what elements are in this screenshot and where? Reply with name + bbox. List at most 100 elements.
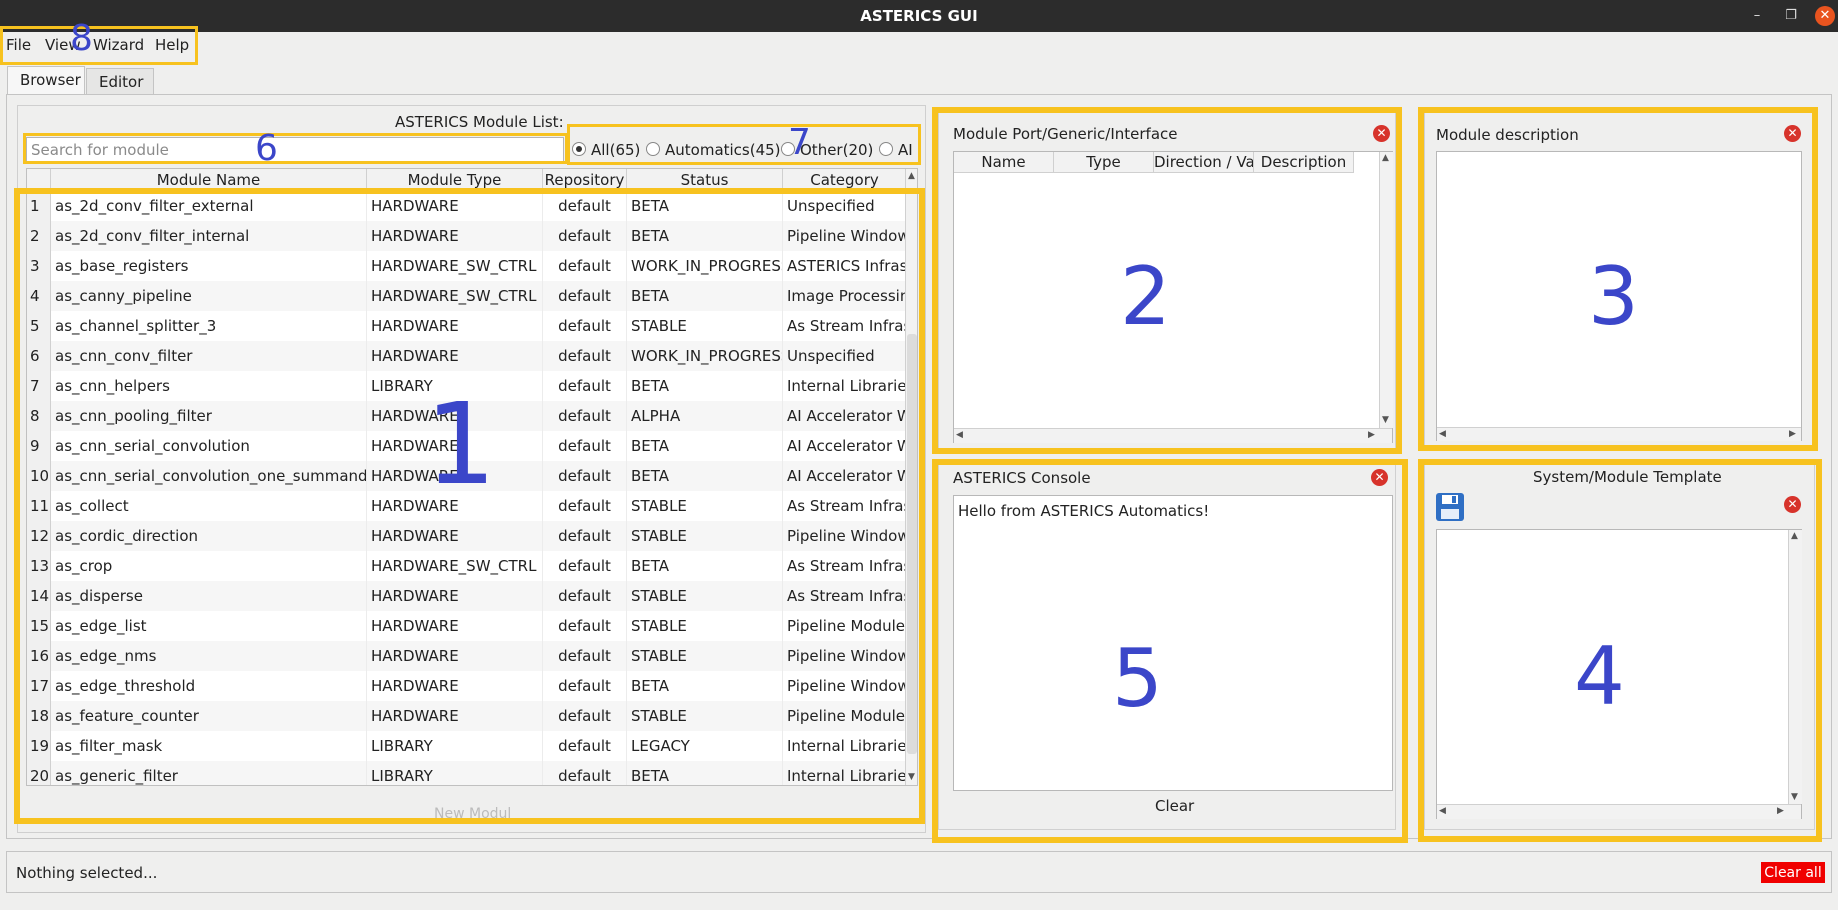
table-row[interactable]: 20 as_generic_filter LIBRARY default BETA Int… <box>27 761 907 785</box>
table-row[interactable]: 5 as_channel_splitter_3 HARDWARE default STA… <box>27 311 907 341</box>
scroll-left-icon[interactable]: ◀ <box>1439 429 1446 439</box>
table-row[interactable]: 2 as_2d_conv_filter_internal HARDWARE defau… <box>27 221 907 251</box>
minimize-icon[interactable]: – <box>1747 6 1767 26</box>
cell-status: BETA <box>627 221 783 251</box>
cell-status: BETA <box>627 461 783 491</box>
close-icon[interactable]: ✕ <box>1784 125 1801 142</box>
table-vertical-scrollbar[interactable]: ▲ ▼ <box>905 169 917 785</box>
table-row[interactable]: 1 as_2d_conv_filter_external HARDWARE defau… <box>27 191 907 221</box>
close-icon[interactable]: ✕ <box>1784 496 1801 513</box>
port-col-name[interactable]: Name <box>954 152 1054 172</box>
cell-repository: default <box>543 521 627 551</box>
cell-status: STABLE <box>627 701 783 731</box>
module-list-title: ASTERICS Module List: <box>395 113 564 131</box>
annotation-4: 4 <box>1574 630 1625 723</box>
scroll-up-icon[interactable]: ▲ <box>1382 153 1389 163</box>
table-row[interactable]: 18 as_feature_counter HARDWARE default STABL… <box>27 701 907 731</box>
header-module-type[interactable]: Module Type <box>367 169 543 191</box>
port-vertical-scrollbar[interactable]: ▲ ▼ <box>1379 152 1393 428</box>
cell-module-type: HARDWARE <box>367 341 543 371</box>
scroll-up-icon[interactable]: ▲ <box>1791 531 1798 541</box>
menu-help[interactable]: Help <box>155 36 189 54</box>
scroll-right-icon[interactable]: ▶ <box>1789 429 1796 439</box>
menu-bar: File View Wizard Help <box>0 32 1838 60</box>
header-status[interactable]: Status <box>627 169 783 191</box>
port-table-header: Name Type Direction / Valu Description <box>954 152 1354 173</box>
cell-status: BETA <box>627 371 783 401</box>
scroll-down-icon[interactable]: ▼ <box>1382 415 1389 425</box>
cell-row-number: 6 <box>27 341 51 371</box>
cell-repository: default <box>543 671 627 701</box>
cell-module-name: as_cnn_conv_filter <box>51 341 367 371</box>
save-icon[interactable] <box>1434 491 1466 523</box>
table-row[interactable]: 17 as_edge_threshold HARDWARE default BETA Pi… <box>27 671 907 701</box>
template-horizontal-scrollbar[interactable]: ◀ ▶ <box>1437 804 1801 819</box>
cell-repository: default <box>543 731 627 761</box>
scroll-down-icon[interactable]: ▼ <box>1791 792 1798 802</box>
cell-module-type: HARDWARE_SW_CTRL <box>367 551 543 581</box>
title-bar: ASTERICS GUI – ❐ ✕ <box>0 0 1838 32</box>
cell-category: Pipeline Window Filte <box>783 671 907 701</box>
scroll-left-icon[interactable]: ◀ <box>1439 806 1446 816</box>
console-clear-button[interactable]: Clear <box>1155 797 1194 815</box>
cell-status: BETA <box>627 431 783 461</box>
table-row[interactable]: 13 as_crop HARDWARE_SW_CTRL default BETA As S… <box>27 551 907 581</box>
cell-module-name: as_2d_conv_filter_external <box>51 191 367 221</box>
cell-module-type: HARDWARE_SW_CTRL <box>367 251 543 281</box>
table-horizontal-scrollbar[interactable]: ◀ ▶ <box>27 785 917 786</box>
port-col-type[interactable]: Type <box>1054 152 1154 172</box>
port-horizontal-scrollbar[interactable]: ◀ ▶ <box>954 428 1392 443</box>
port-col-description[interactable]: Description <box>1254 152 1354 172</box>
clear-all-button[interactable]: Clear all <box>1761 862 1825 883</box>
tab-browser[interactable]: Browser <box>7 66 85 95</box>
cell-category: Pipeline Window Filte <box>783 221 907 251</box>
cell-row-number: 2 <box>27 221 51 251</box>
port-table[interactable]: Name Type Direction / Valu Description ▲… <box>953 151 1393 443</box>
close-icon[interactable]: ✕ <box>1373 125 1390 142</box>
scroll-down-icon[interactable]: ▼ <box>908 772 915 782</box>
port-col-direction[interactable]: Direction / Valu <box>1154 152 1254 172</box>
scroll-left-icon[interactable]: ◀ <box>956 430 963 440</box>
close-icon[interactable]: ✕ <box>1815 6 1835 26</box>
header-repository[interactable]: Repository <box>543 169 627 191</box>
table-row[interactable]: 14 as_disperse HARDWARE default STABLE As Str… <box>27 581 907 611</box>
cell-category: Internal Libraries <box>783 761 907 785</box>
header-module-name[interactable]: Module Name <box>51 169 367 191</box>
menu-file[interactable]: File <box>6 36 31 54</box>
header-category[interactable]: Category <box>783 169 907 191</box>
table-row[interactable]: 15 as_edge_list HARDWARE default STABLE Pipel… <box>27 611 907 641</box>
cell-status: BETA <box>627 281 783 311</box>
table-row[interactable]: 12 as_cordic_direction HARDWARE default STAB… <box>27 521 907 551</box>
maximize-icon[interactable]: ❐ <box>1781 6 1801 26</box>
tab-editor[interactable]: Editor <box>86 68 154 95</box>
table-row[interactable]: 3 as_base_registers HARDWARE_SW_CTRL defaul… <box>27 251 907 281</box>
cell-category: As Stream Infrastruct <box>783 491 907 521</box>
filter-all[interactable]: All(65) <box>572 141 640 159</box>
cell-module-name: as_cordic_direction <box>51 521 367 551</box>
template-vertical-scrollbar[interactable]: ▲ ▼ <box>1788 530 1802 804</box>
cell-module-type: HARDWARE <box>367 311 543 341</box>
console-output[interactable]: Hello from ASTERICS Automatics! <box>953 495 1393 791</box>
scroll-right-icon[interactable]: ▶ <box>1368 430 1375 440</box>
cell-module-type: HARDWARE <box>367 221 543 251</box>
scroll-right-icon[interactable]: ▶ <box>1777 806 1784 816</box>
cell-status: LEGACY <box>627 731 783 761</box>
filter-automatics[interactable]: Automatics(45) <box>646 141 781 159</box>
table-row[interactable]: 6 as_cnn_conv_filter HARDWARE default WORK_I… <box>27 341 907 371</box>
scroll-up-icon[interactable]: ▲ <box>908 171 915 181</box>
menu-wizard[interactable]: Wizard <box>93 36 144 54</box>
status-text: Nothing selected... <box>16 864 158 882</box>
filter-ai[interactable]: AI <box>879 141 913 159</box>
description-horizontal-scrollbar[interactable]: ◀ ▶ <box>1437 427 1801 441</box>
search-input[interactable] <box>26 137 564 163</box>
table-row[interactable]: 16 as_edge_nms HARDWARE default STABLE Pipeli… <box>27 641 907 671</box>
new-module-button[interactable]: New Modul <box>434 806 511 822</box>
table-row[interactable]: 19 as_filter_mask LIBRARY default LEGACY Inte… <box>27 731 907 761</box>
cell-status: BETA <box>627 191 783 221</box>
close-icon[interactable]: ✕ <box>1371 469 1388 486</box>
description-panel-title: Module description <box>1436 126 1579 144</box>
table-row[interactable]: 4 as_canny_pipeline HARDWARE_SW_CTRL defaul… <box>27 281 907 311</box>
cell-module-type: HARDWARE <box>367 671 543 701</box>
cell-repository: default <box>543 281 627 311</box>
scrollbar-thumb[interactable] <box>907 334 917 754</box>
